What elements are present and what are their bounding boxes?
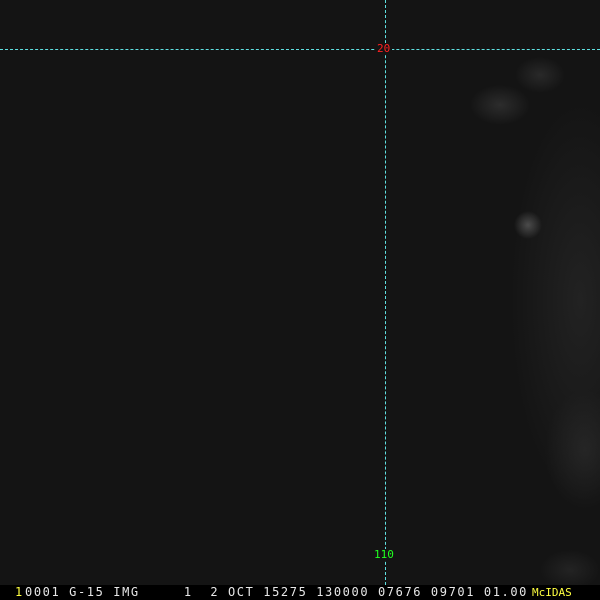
longitude-line [385,0,386,585]
image-info: 0001 G-15 IMG 1 2 OCT 15275 130000 07676… [25,585,529,599]
satellite-image [0,0,600,585]
mcidas-frame: 20 110 1 0001 G-15 IMG 1 2 OCT 15275 1300… [0,0,600,600]
mcidas-brand: McIDAS [532,586,572,599]
status-bar: 1 0001 G-15 IMG 1 2 OCT 15275 130000 0767… [0,585,600,600]
longitude-label: 110 [372,548,396,561]
latitude-label: 20 [375,42,393,55]
latitude-line [0,49,600,50]
frame-number: 1 [15,585,23,599]
